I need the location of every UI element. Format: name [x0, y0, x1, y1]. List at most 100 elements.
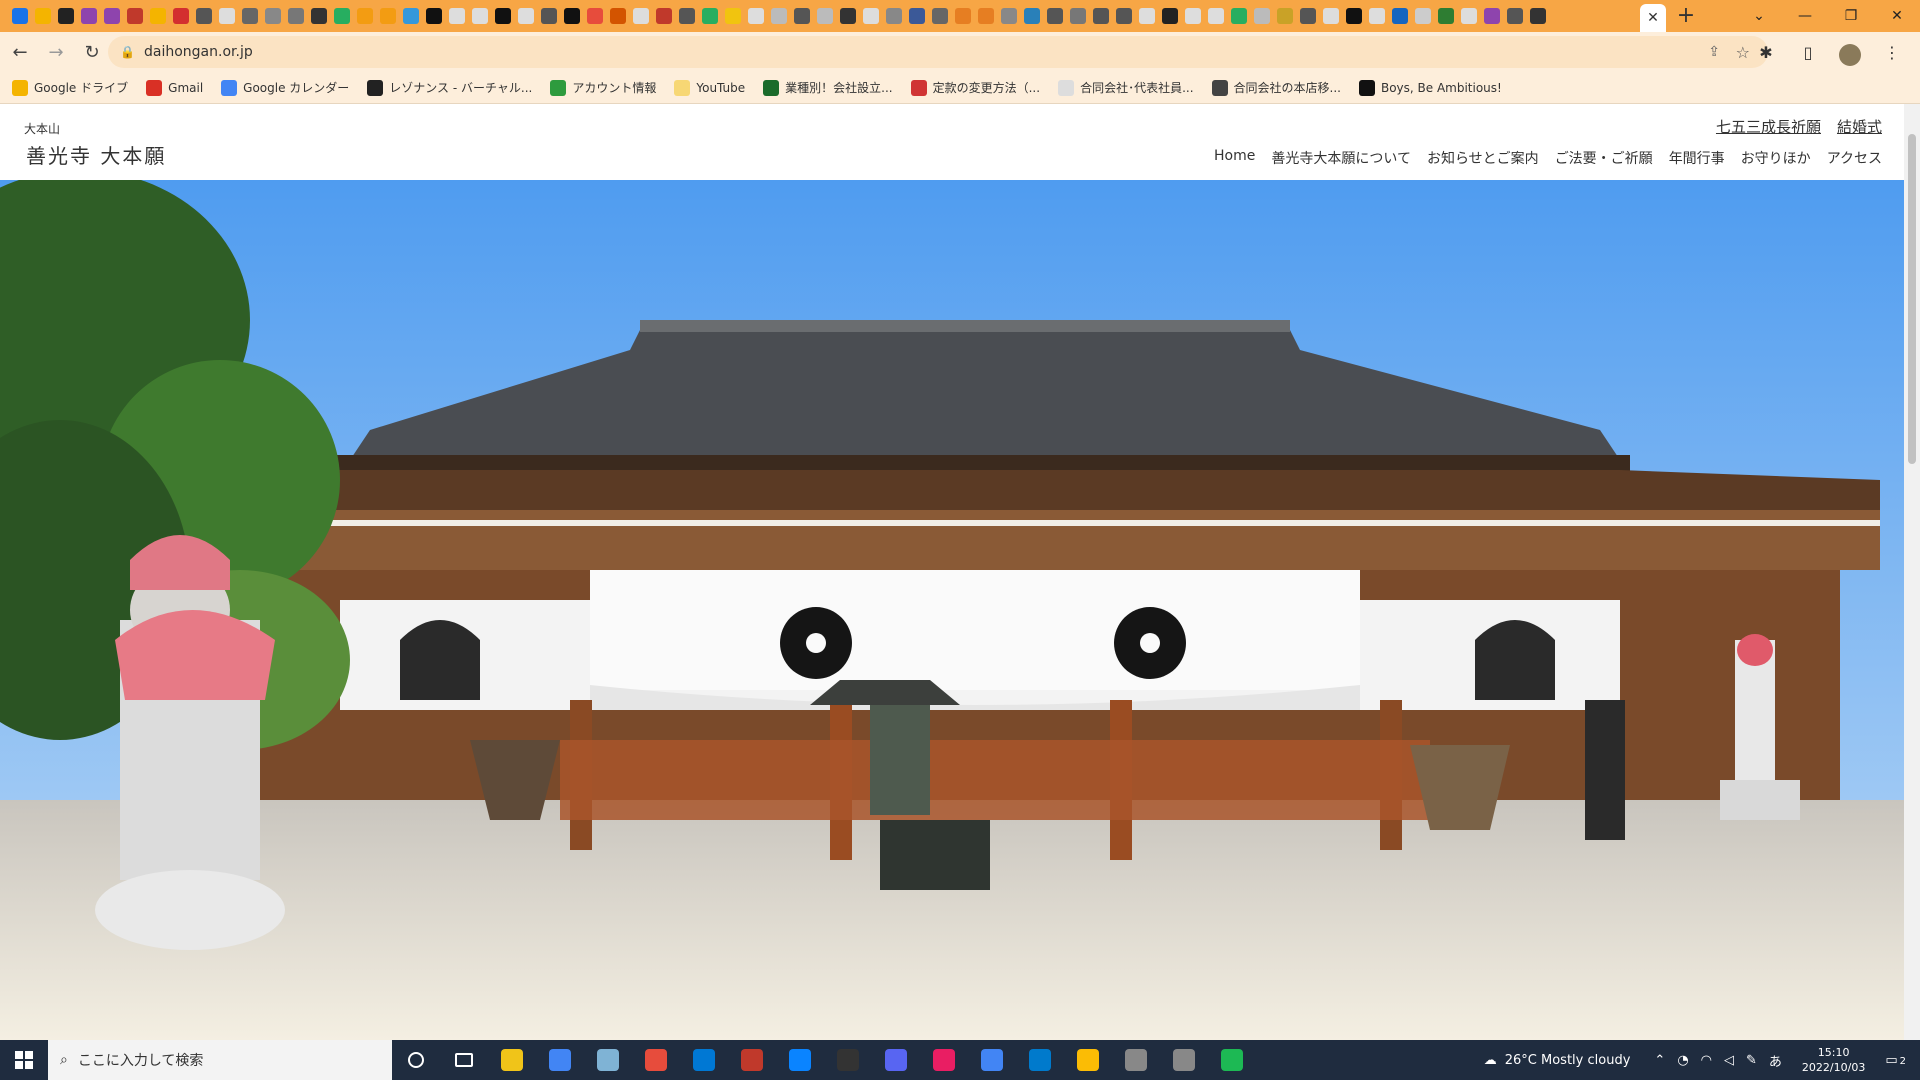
browser-tab[interactable] [1043, 0, 1066, 32]
browser-tab[interactable] [1158, 0, 1181, 32]
new-tab-button[interactable]: + [1666, 0, 1706, 32]
browser-tab[interactable] [31, 0, 54, 32]
bookmark-item[interactable]: YouTube [674, 79, 745, 96]
site-logo[interactable]: 善光寺 大本願 [26, 140, 166, 169]
network-icon[interactable]: ◔ [1677, 1053, 1688, 1068]
nav-item[interactable]: Home [1214, 148, 1255, 168]
task-view-icon[interactable] [440, 1040, 488, 1080]
taskbar-app-icon[interactable] [872, 1040, 920, 1080]
browser-tab[interactable] [261, 0, 284, 32]
browser-tab[interactable] [169, 0, 192, 32]
nav-item[interactable]: お守りほか [1741, 148, 1811, 168]
browser-tab[interactable] [192, 0, 215, 32]
clock[interactable]: 15:10 2022/10/03 [1802, 1045, 1865, 1075]
taskbar-app-icon[interactable] [680, 1040, 728, 1080]
wifi-icon[interactable]: ◠ [1701, 1053, 1712, 1068]
browser-tab[interactable] [8, 0, 31, 32]
taskbar-app-icon[interactable] [1064, 1040, 1112, 1080]
chevron-up-icon[interactable]: ⌃ [1654, 1053, 1665, 1068]
browser-tab[interactable] [215, 0, 238, 32]
browser-tab[interactable] [951, 0, 974, 32]
browser-tab[interactable] [1434, 0, 1457, 32]
browser-tab[interactable] [1503, 0, 1526, 32]
browser-tab[interactable] [790, 0, 813, 32]
windows-start-icon[interactable] [0, 1040, 48, 1080]
ime-icon[interactable]: あ [1769, 1051, 1782, 1070]
browser-tab[interactable] [744, 0, 767, 32]
browser-tab[interactable] [1227, 0, 1250, 32]
nav-item[interactable]: 善光寺大本願について [1271, 148, 1411, 168]
profile-avatar[interactable] [1834, 36, 1866, 68]
browser-tab[interactable] [836, 0, 859, 32]
taskbar-app-icon[interactable] [1016, 1040, 1064, 1080]
taskbar-app-icon[interactable] [1208, 1040, 1256, 1080]
browser-tab[interactable] [77, 0, 100, 32]
browser-tab[interactable] [537, 0, 560, 32]
browser-tab[interactable] [1181, 0, 1204, 32]
nav-item[interactable]: お知らせとご案内 [1427, 148, 1539, 168]
taskbar-app-icon[interactable] [1160, 1040, 1208, 1080]
browser-tab[interactable] [767, 0, 790, 32]
browser-tab[interactable] [445, 0, 468, 32]
taskbar-app-icon[interactable] [536, 1040, 584, 1080]
taskbar-app-icon[interactable] [488, 1040, 536, 1080]
url-text[interactable]: daihongan.or.jp [144, 44, 253, 60]
browser-tab[interactable] [123, 0, 146, 32]
browser-tab[interactable] [100, 0, 123, 32]
browser-tab[interactable] [1457, 0, 1480, 32]
browser-tab[interactable] [376, 0, 399, 32]
browser-tab[interactable] [1204, 0, 1227, 32]
browser-tab[interactable] [399, 0, 422, 32]
forward-icon[interactable]: → [40, 36, 72, 68]
browser-tab[interactable] [882, 0, 905, 32]
browser-tab[interactable] [1112, 0, 1135, 32]
bookmark-item[interactable]: Google ドライブ [12, 79, 128, 96]
close-tab-icon[interactable]: ✕ [1647, 10, 1659, 26]
taskbar-app-icon[interactable] [920, 1040, 968, 1080]
bookmark-item[interactable]: Google カレンダー [221, 79, 349, 96]
restore-icon[interactable]: ❐ [1828, 0, 1874, 32]
taskbar-app-icon[interactable] [584, 1040, 632, 1080]
browser-tab[interactable] [629, 0, 652, 32]
browser-tab[interactable] [330, 0, 353, 32]
active-tab[interactable]: ✕ [1640, 4, 1666, 32]
browser-tab[interactable] [813, 0, 836, 32]
nav-item[interactable]: ご法要・ご祈願 [1555, 148, 1653, 168]
tab-search-icon[interactable]: ⌄ [1736, 0, 1782, 32]
browser-tab[interactable] [491, 0, 514, 32]
browser-tab[interactable] [1319, 0, 1342, 32]
bookmark-item[interactable]: 業種別！会社設立... [763, 79, 893, 96]
browser-tab[interactable] [1296, 0, 1319, 32]
pen-icon[interactable]: ✎ [1746, 1053, 1757, 1068]
address-bar[interactable]: 🔒 daihongan.or.jp ⇪ ☆ [108, 36, 1768, 68]
volume-icon[interactable]: ◁ [1724, 1053, 1734, 1068]
share-icon[interactable]: ⇪ [1708, 44, 1720, 60]
back-icon[interactable]: ← [4, 36, 36, 68]
bookmark-star-icon[interactable]: ☆ [1736, 43, 1750, 62]
reload-icon[interactable]: ↻ [76, 36, 108, 68]
menu-icon[interactable]: ⋮ [1876, 36, 1908, 68]
browser-tab[interactable] [1135, 0, 1158, 32]
browser-tab[interactable] [1365, 0, 1388, 32]
bookmark-item[interactable]: 合同会社･代表社員... [1058, 79, 1194, 96]
close-window-icon[interactable]: ✕ [1874, 0, 1920, 32]
browser-tab[interactable] [146, 0, 169, 32]
browser-tab[interactable] [560, 0, 583, 32]
notifications-icon[interactable]: ▭ 2 [1885, 1053, 1906, 1068]
cortana-icon[interactable] [392, 1040, 440, 1080]
browser-tab[interactable] [721, 0, 744, 32]
scrollbar-thumb[interactable] [1908, 134, 1916, 464]
browser-tab[interactable] [1273, 0, 1296, 32]
browser-tab[interactable] [652, 0, 675, 32]
browser-tab[interactable] [928, 0, 951, 32]
browser-tab[interactable] [422, 0, 445, 32]
browser-tab[interactable] [974, 0, 997, 32]
top-link[interactable]: 七五三成長祈願 [1716, 116, 1821, 137]
browser-tab[interactable] [675, 0, 698, 32]
browser-tab[interactable] [583, 0, 606, 32]
browser-tab[interactable] [468, 0, 491, 32]
nav-item[interactable]: 年間行事 [1669, 148, 1725, 168]
browser-tab[interactable] [1411, 0, 1434, 32]
browser-tab[interactable] [859, 0, 882, 32]
bookmark-item[interactable]: 定款の変更方法（... [910, 79, 1040, 96]
